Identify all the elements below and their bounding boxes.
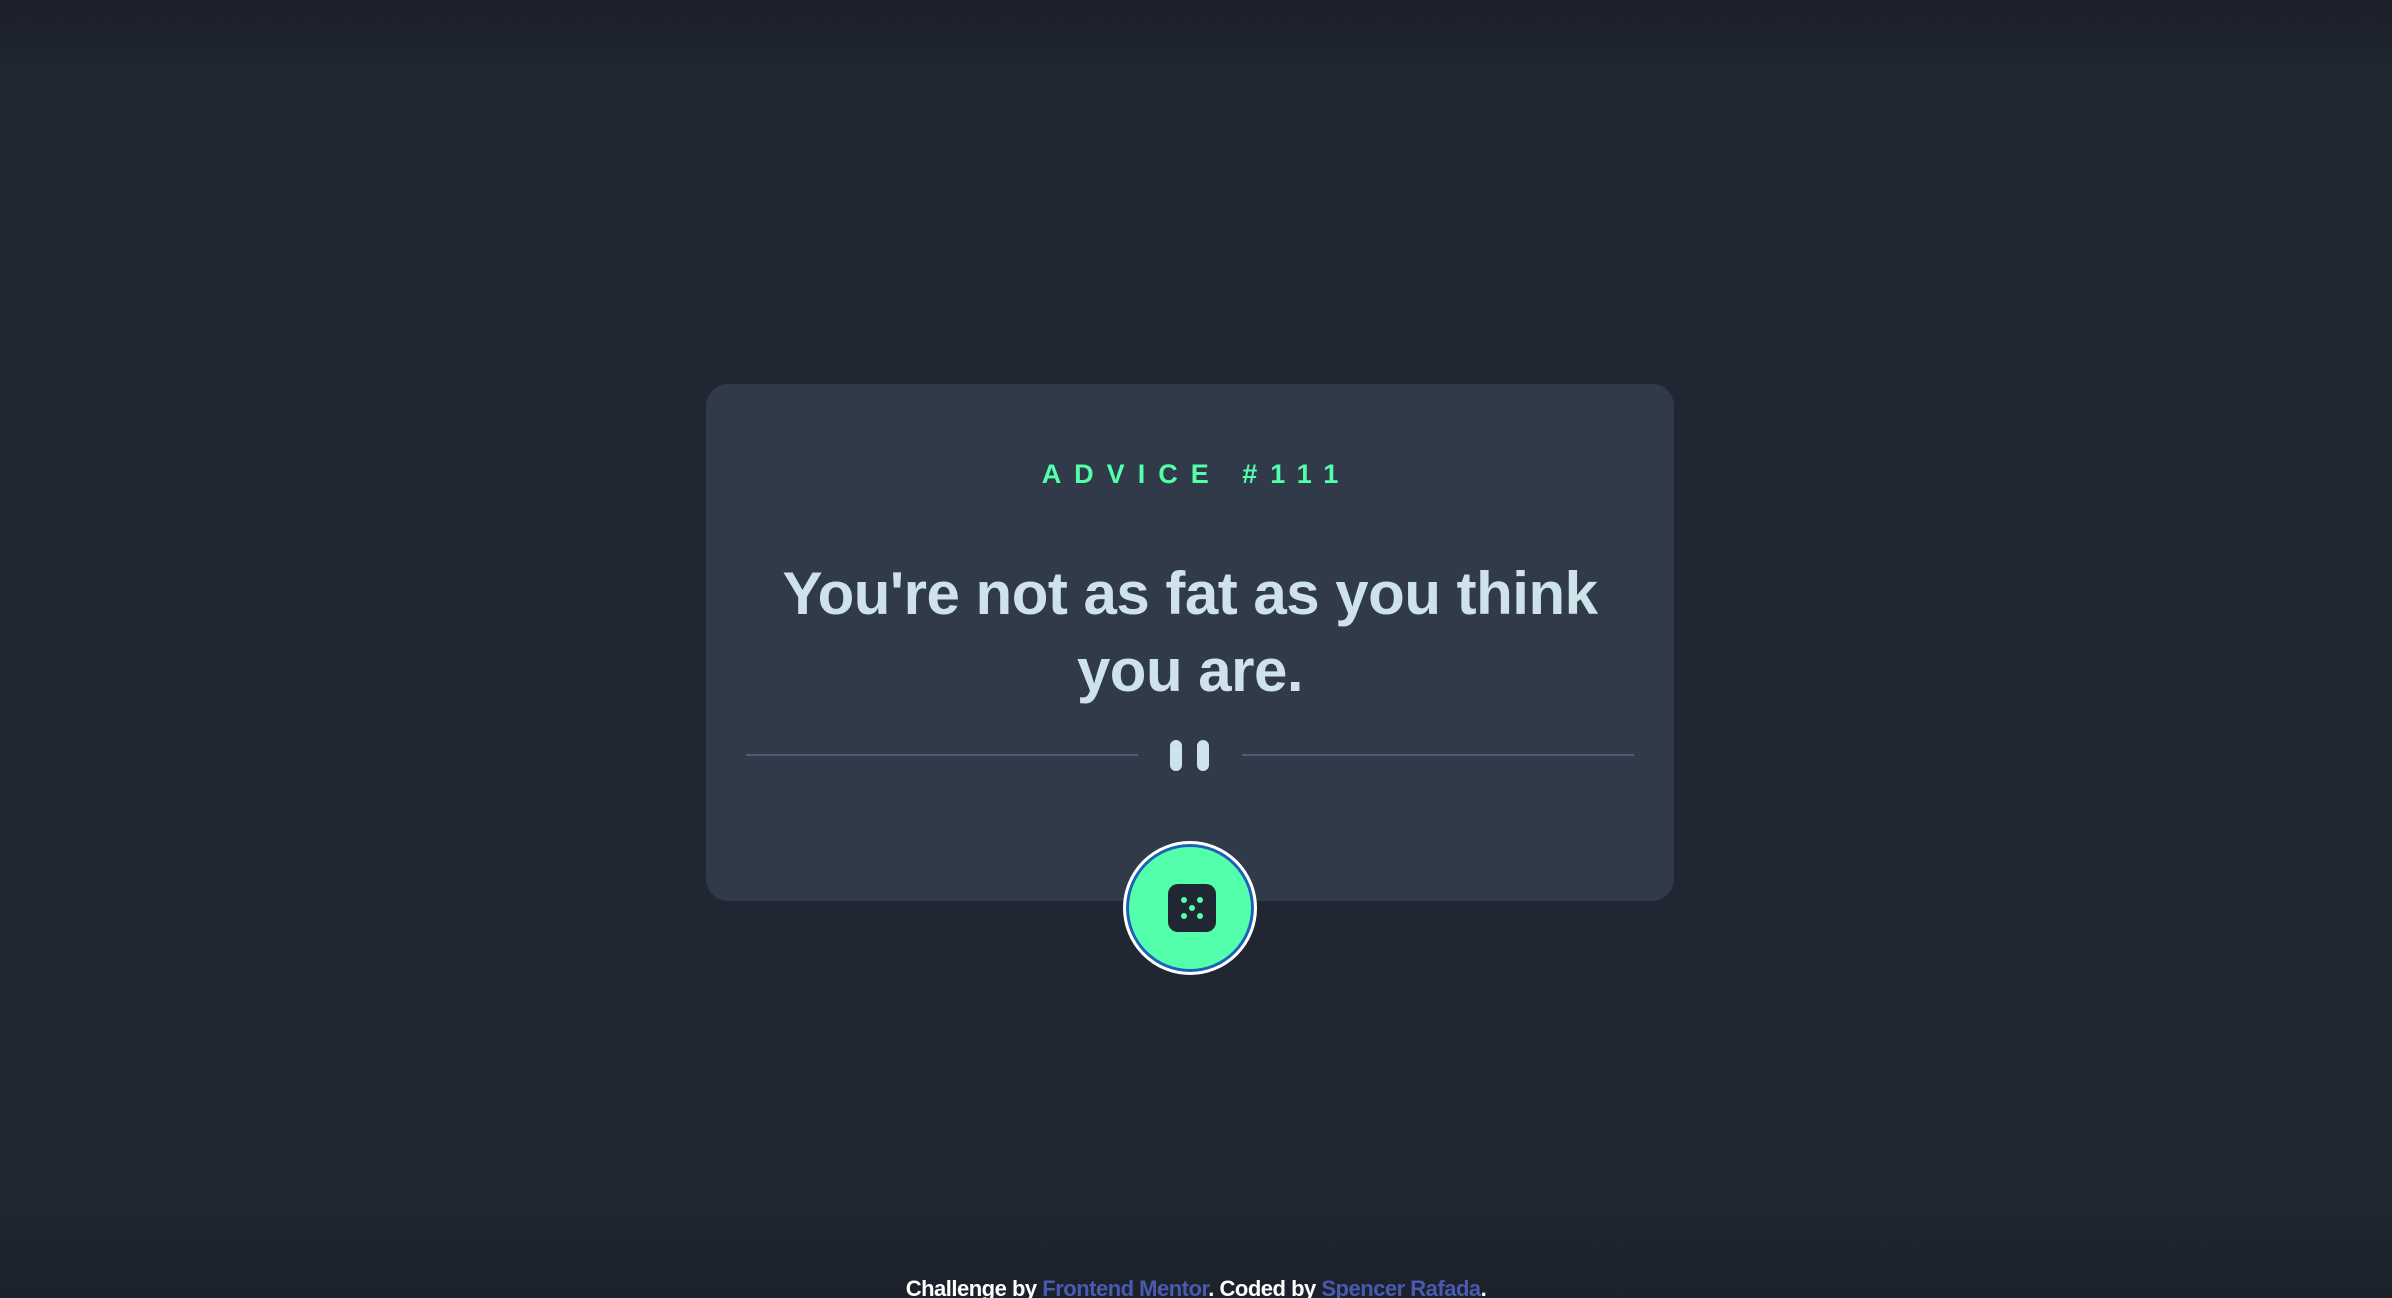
attribution: Challenge by Frontend Mentor. Coded by S… [0,1276,2392,1298]
frontend-mentor-link[interactable]: Frontend Mentor [1042,1276,1209,1298]
divider-left [746,754,1138,756]
pause-bar-right [1197,740,1209,771]
pause-bar-left [1170,740,1182,771]
divider-right [1242,754,1634,756]
attribution-suffix: . [1480,1276,1487,1298]
advice-id: ADVICE #111 [1041,459,1352,489]
dice-pip [1197,913,1203,919]
dice-pip [1197,897,1203,903]
attribution-prefix: Challenge by [905,1276,1043,1298]
attribution-middle: . Coded by [1208,1276,1322,1298]
advice-quote: You're not as fat as you think you are. [782,560,1598,704]
dice-icon [1168,884,1216,932]
dice-pip [1189,905,1195,911]
author-link[interactable]: Spencer Rafada [1321,1276,1481,1298]
dice-pip [1181,897,1187,903]
new-advice-button[interactable] [1123,841,1257,975]
dice-pip [1181,913,1187,919]
